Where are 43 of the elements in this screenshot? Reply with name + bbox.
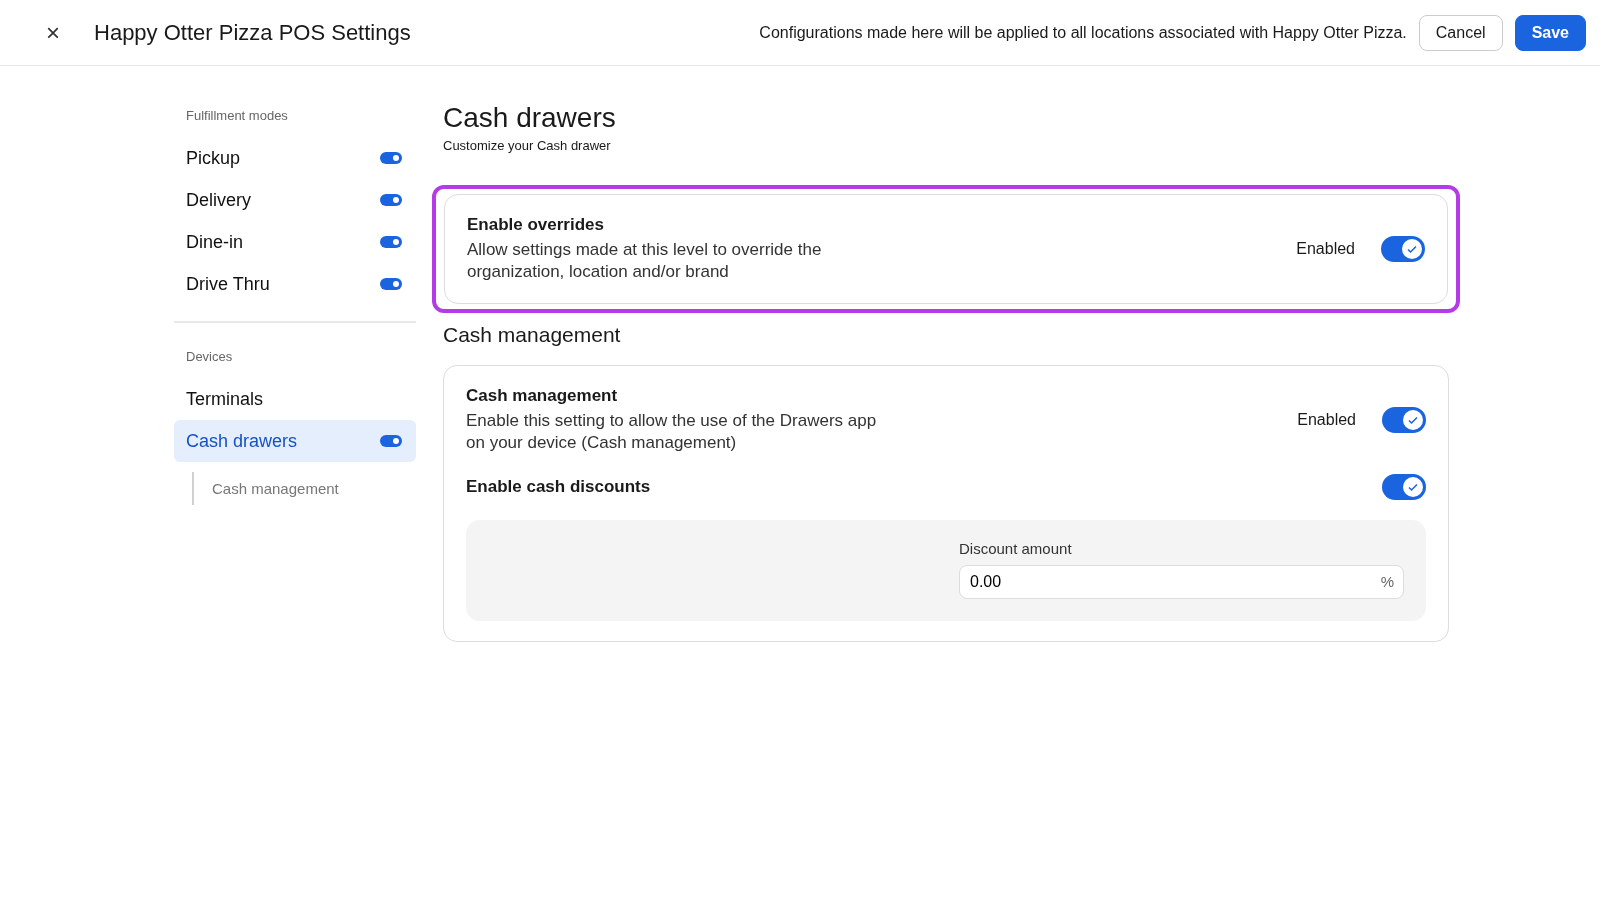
setting-description: Allow settings made at this level to override the organization, location and/or brand	[467, 239, 823, 284]
toggle-switch[interactable]	[1382, 474, 1426, 501]
sidebar-item[interactable]: Dine-in	[174, 221, 416, 263]
toggle-switch[interactable]	[380, 435, 402, 447]
sidebar-item[interactable]: Drive Thru	[174, 263, 416, 305]
toggle-switch[interactable]	[1382, 407, 1426, 434]
toggle-switch[interactable]	[380, 152, 402, 164]
sidebar-subitem[interactable]: Cash management	[192, 472, 416, 505]
sidebar-item[interactable]: Terminals	[174, 378, 416, 420]
sidebar-item[interactable]: Cash drawers	[174, 420, 416, 462]
toggle-switch[interactable]	[380, 236, 402, 248]
notice-text: Configurations made here will be applied to all locations associated with Happy Otter Pizza.	[759, 23, 1407, 42]
check-icon	[1407, 481, 1419, 494]
sidebar-item-label: Delivery	[186, 189, 251, 211]
check-icon	[1406, 243, 1418, 256]
setting-title: Enable cash discounts	[466, 477, 652, 498]
cancel-button[interactable]: Cancel	[1418, 14, 1503, 51]
toggle-switch[interactable]	[380, 194, 402, 206]
toggle-switch[interactable]	[1381, 236, 1425, 263]
close-button[interactable]: ×	[42, 18, 64, 47]
setting-title: Enable overrides	[467, 215, 605, 235]
sidebar-item-label: Drive Thru	[186, 273, 270, 295]
sidebar-item[interactable]: Delivery	[174, 179, 416, 221]
field-label: Discount amount	[959, 540, 1073, 558]
unit-label: %	[1380, 573, 1394, 591]
sidebar-item-label: Cash drawers	[186, 430, 298, 452]
page-subtitle: Customize your Cash drawer	[443, 138, 612, 153]
sidebar-item[interactable]: Pickup	[174, 137, 416, 179]
sidebar-item-label: Pickup	[186, 147, 241, 169]
section-title: Cash management	[443, 323, 622, 348]
section-heading: Fulfillment modes	[185, 107, 289, 125]
setting-description: Enable this setting to allow the use of the Drawers app on your device (Cash management)	[466, 410, 878, 455]
setting-title: Cash management	[466, 386, 619, 407]
toggle-switch[interactable]	[380, 278, 402, 290]
section-heading: Devices	[185, 348, 234, 366]
check-icon	[1407, 414, 1419, 427]
save-button[interactable]: Save	[1514, 14, 1586, 51]
page-title: Cash drawers	[443, 102, 617, 134]
sidebar-item-label: Dine-in	[186, 231, 244, 253]
window-title: Happy Otter Pizza POS Settings	[94, 19, 412, 46]
status-label: Enabled	[1297, 411, 1356, 430]
status-label: Enabled	[1296, 240, 1355, 259]
sidebar-item-label: Terminals	[186, 388, 264, 410]
